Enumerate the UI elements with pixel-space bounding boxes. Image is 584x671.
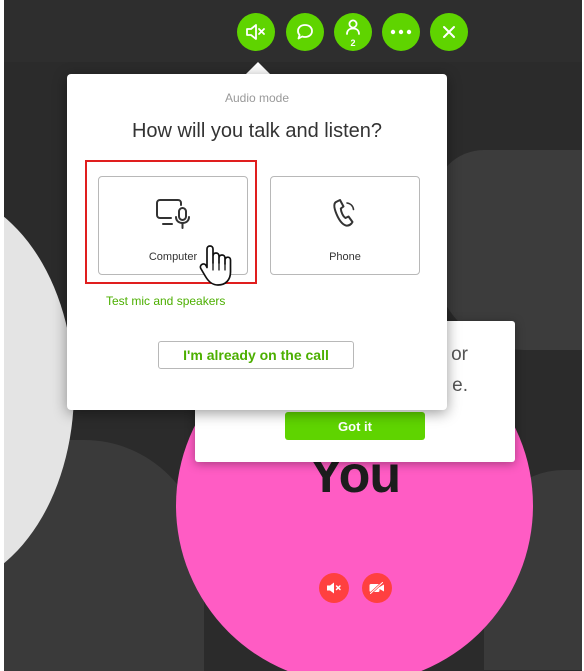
mute-audio-button[interactable] [237, 13, 275, 51]
background-shape [434, 150, 582, 350]
close-icon [443, 26, 455, 38]
speaker-muted-icon [246, 24, 265, 40]
phone-option-label: Phone [329, 251, 361, 263]
speaker-muted-icon [327, 582, 341, 594]
participant-count: 2 [350, 38, 356, 48]
chat-bubble-icon [297, 24, 313, 40]
ellipsis-icon [390, 29, 412, 35]
chat-button[interactable] [286, 13, 324, 51]
already-on-call-button[interactable]: I'm already on the call [158, 341, 354, 369]
got-it-button[interactable]: Got it [285, 412, 425, 440]
person-icon [346, 19, 360, 35]
tooltip-text-line: or [451, 344, 468, 365]
meeting-stage: 2 You or e. Got it Audio mode How will y… [4, 0, 582, 671]
dialog-caret [246, 62, 270, 74]
phone-audio-option[interactable]: Phone [270, 176, 420, 275]
dialog-title: How will you talk and listen? [131, 120, 383, 142]
video-off-icon [368, 581, 385, 595]
test-mic-speakers-link[interactable]: Test mic and speakers [106, 294, 225, 308]
self-video-off-button[interactable] [362, 573, 392, 603]
leave-button[interactable] [430, 13, 468, 51]
audio-mode-dialog: Audio mode How will you talk and listen?… [67, 74, 447, 410]
tooltip-text-line: e. [452, 375, 468, 396]
phone-icon [333, 199, 355, 227]
computer-mic-icon [156, 199, 190, 229]
participants-button[interactable]: 2 [334, 13, 372, 51]
dialog-subtitle: Audio mode [224, 91, 290, 105]
hand-cursor-icon [199, 245, 232, 286]
more-options-button[interactable] [382, 13, 420, 51]
self-mute-button[interactable] [319, 573, 349, 603]
